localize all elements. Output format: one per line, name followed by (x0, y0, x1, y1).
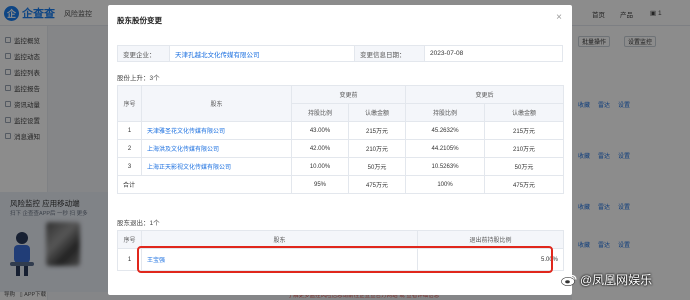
table-row: 2 上海洪及文化传媒有限公司 42.00% 210万元 44.2105% 210… (117, 139, 565, 158)
shareholder-link[interactable]: 上海洪及文化传媒有限公司 (147, 147, 219, 153)
date-label: 变更信息日期： (354, 45, 425, 62)
change-info-table: 变更企业： 天津孔越北文化传媒有限公司 变更信息日期： 2023-07-08 (117, 45, 563, 62)
added-shareholders-table: 序号 股东 变更前 变更后 持股比例 认缴金额 持股比例 认缴金额 1 天津雅圣… (117, 85, 565, 194)
before-ratio-header: 持股比例 (291, 103, 349, 122)
added-section-label: 股份上升：3个 (117, 75, 160, 82)
modal-title: 股东股份变更 (117, 16, 162, 25)
col-index-header: 序号 (117, 85, 142, 122)
after-amount-header: 认缴金额 (484, 103, 565, 122)
close-icon[interactable]: × (556, 12, 562, 23)
removed-section-label: 股东退出：1个 (117, 220, 160, 227)
table-row: 3 上海正天影视文化传媒有限公司 10.00% 50万元 10.5263% 50… (117, 157, 565, 176)
highlight-annotation-box (137, 246, 553, 273)
shareholder-link[interactable]: 天津雅圣花文化传媒有限公司 (147, 129, 225, 135)
change-date: 2023-07-08 (424, 45, 563, 62)
weibo-logo-icon (561, 274, 577, 286)
company-link[interactable]: 天津孔越北文化传媒有限公司 (175, 52, 260, 59)
total-row: 合计 95% 475万元 100% 475万元 (117, 175, 565, 194)
shareholder-link[interactable]: 上海正天影视文化传媒有限公司 (147, 165, 231, 171)
watermark-text: @凤凰网娱乐 (580, 273, 653, 287)
after-ratio-header: 持股比例 (405, 103, 486, 122)
before-group-header: 变更前 (290, 85, 407, 104)
after-group-header: 变更后 (405, 85, 565, 104)
company-label: 变更企业： (117, 45, 170, 62)
col-shareholder-header: 股东 (141, 85, 292, 122)
modal-header: 股东股份变更 × (108, 5, 572, 31)
table-row: 1 天津雅圣花文化传媒有限公司 43.00% 215万元 45.2632% 21… (117, 121, 565, 140)
weibo-watermark: @凤凰网娱乐 (561, 271, 652, 288)
before-amount-header: 认缴金额 (347, 103, 407, 122)
